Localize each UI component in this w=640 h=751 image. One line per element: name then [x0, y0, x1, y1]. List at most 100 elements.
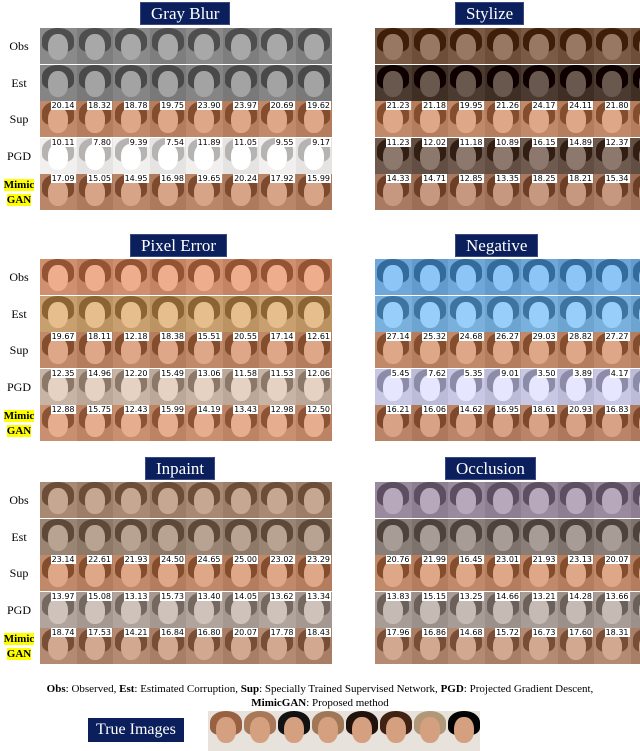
- panel-negative: Negative 27.14 25.32 24.68 26.27 29.03 28.82 27…: [335, 232, 640, 447]
- face-shape: [230, 374, 251, 401]
- face-shape: [48, 265, 68, 291]
- face-image: [295, 482, 332, 518]
- face-image: 20.93: [557, 405, 594, 441]
- face-shape: [157, 107, 178, 133]
- face-image: 19.67: [40, 332, 77, 368]
- psnr-value: 16.95: [495, 405, 520, 414]
- face-shape: [602, 143, 622, 170]
- face-shape: [456, 524, 476, 551]
- face-shape: [194, 634, 214, 660]
- true-image: [310, 711, 344, 751]
- psnr-value: 17.78: [269, 628, 295, 637]
- psnr-value: 9.17: [311, 137, 331, 147]
- face-shape: [267, 107, 287, 133]
- face-shape: [492, 70, 513, 97]
- face-shape: [492, 265, 513, 291]
- row-label-pgd: PGD: [6, 379, 31, 394]
- face-image: 7.62: [411, 368, 448, 405]
- face-shape: [48, 561, 68, 587]
- face-image: [40, 482, 77, 518]
- true-image: [242, 711, 276, 751]
- psnr-value: 24.65: [196, 555, 222, 564]
- face-image: 16.84: [149, 628, 186, 664]
- face-shape: [456, 143, 476, 170]
- face-image: 10.20: [630, 137, 640, 174]
- face-image: [594, 259, 631, 295]
- face-shape: [492, 338, 513, 364]
- psnr-value: 13.21: [531, 591, 557, 601]
- face-image: 13.97: [40, 591, 77, 628]
- face-shape: [602, 338, 622, 364]
- row-label-sup: Sup: [9, 112, 29, 126]
- psnr-value: 7.62: [427, 368, 447, 378]
- face-shape: [456, 180, 476, 206]
- face-image: [448, 482, 485, 518]
- face-shape: [602, 34, 622, 60]
- face-shape: [267, 597, 287, 624]
- row-label-obs: Obs: [9, 493, 29, 507]
- row-obs: [375, 259, 640, 295]
- face-image: [259, 482, 296, 518]
- face-shape: [230, 301, 251, 328]
- face-shape: [602, 70, 622, 97]
- face-image: 14.19: [186, 405, 223, 441]
- face-shape: [230, 107, 251, 133]
- panel-title: Inpaint: [145, 457, 216, 480]
- face-shape: [157, 180, 178, 206]
- face-image: 21.93: [113, 555, 150, 591]
- psnr-value: 14.95: [123, 174, 149, 183]
- face-shape: [230, 634, 251, 660]
- face-image: 19.65: [186, 174, 223, 210]
- face-image: [149, 482, 186, 518]
- face-image: [375, 482, 412, 518]
- face-image: [375, 518, 412, 555]
- face-shape: [419, 301, 440, 328]
- row-pgd: 13.97 15.08 13.13 15.73 13.40 14.05 13.62 13.34: [40, 591, 332, 628]
- psnr-value: 16.80: [196, 628, 222, 637]
- face-shape: [230, 411, 251, 437]
- panel-gray-blur: Gray Blur Obs Est Sup PGD Mimic GAN 20.14 18.32 1…: [0, 0, 332, 215]
- row-pgd: 12.35 14.96 12.20 15.49 13.06 11.58 11.53 12.06: [40, 368, 332, 405]
- face-shape: [230, 180, 251, 206]
- psnr-value: 23.02: [269, 555, 295, 564]
- face-shape: [121, 107, 141, 133]
- psnr-value: 13.66: [604, 591, 630, 601]
- face-shape: [48, 634, 68, 660]
- face-shape: [318, 717, 338, 743]
- face-image: [484, 28, 521, 64]
- face-shape: [121, 143, 141, 170]
- psnr-value: 21.23: [385, 101, 411, 110]
- face-shape: [303, 374, 324, 401]
- psnr-value: 17.60: [568, 628, 593, 637]
- face-shape: [454, 717, 474, 743]
- face-image: [484, 518, 521, 555]
- face-image: [448, 259, 485, 295]
- face-shape: [121, 634, 141, 660]
- face-shape: [303, 107, 324, 133]
- face-shape: [303, 597, 324, 624]
- psnr-value: 14.62: [458, 405, 484, 414]
- face-shape: [419, 107, 440, 133]
- psnr-value: 23.29: [306, 555, 331, 564]
- face-shape: [492, 107, 513, 133]
- face-image: 27.27: [594, 332, 631, 368]
- face-shape: [48, 301, 68, 328]
- psnr-value: 11.18: [458, 137, 484, 147]
- psnr-value: 22.61: [87, 555, 112, 564]
- psnr-value: 13.06: [196, 368, 222, 378]
- row-obs: [40, 28, 332, 64]
- face-shape: [383, 338, 403, 364]
- face-shape: [492, 374, 513, 401]
- face-shape: [565, 374, 586, 401]
- face-shape: [383, 143, 403, 170]
- face-shape: [456, 634, 476, 660]
- face-image: 12.85: [448, 174, 485, 210]
- psnr-value: 14.66: [495, 591, 520, 601]
- face-image: 7.54: [149, 137, 186, 174]
- face-shape: [383, 488, 403, 514]
- face-image: [521, 295, 558, 332]
- face-image: 20.07: [594, 555, 631, 591]
- psnr-value: 15.08: [87, 591, 112, 601]
- face-shape: [84, 301, 105, 328]
- face-image: 13.62: [259, 591, 296, 628]
